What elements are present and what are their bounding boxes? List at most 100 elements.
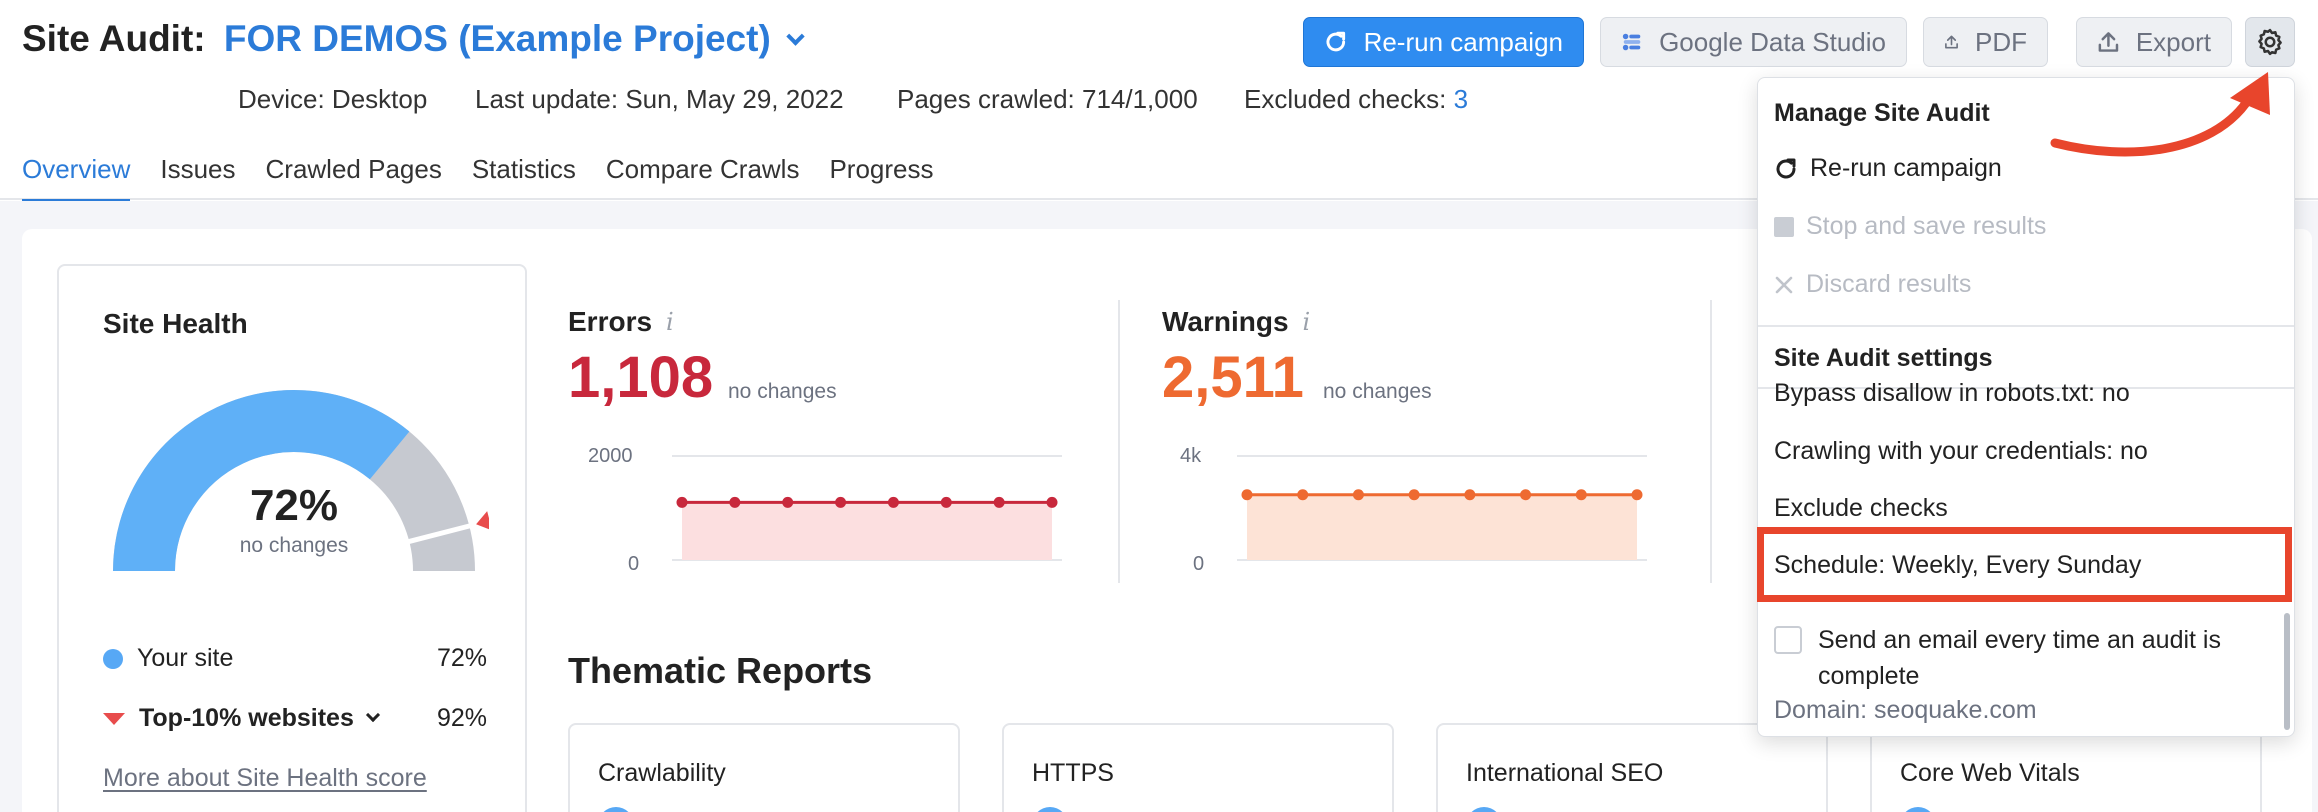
legend-value: 92% <box>436 704 487 732</box>
donut-icon <box>598 807 634 812</box>
data-point <box>1631 489 1643 501</box>
menu-item-credentials[interactable]: Crawling with your credentials: no <box>1774 437 2148 466</box>
divider <box>1118 300 1120 583</box>
errors-ytick-top: 2000 <box>588 445 633 467</box>
chevron-down-icon[interactable] <box>786 27 805 46</box>
donut-icon <box>1466 807 1502 812</box>
area-fill <box>682 502 1052 560</box>
warnings-value[interactable]: 2,511 <box>1162 344 1304 411</box>
legend-label[interactable]: Top-10% websites <box>139 704 354 733</box>
menu-divider <box>1758 325 2294 327</box>
stop-icon <box>1774 216 1794 237</box>
warnings-title: Warnings i <box>1162 306 1310 338</box>
data-point <box>1575 489 1587 501</box>
legend-top10[interactable]: Top-10% websites 92% <box>103 704 487 733</box>
data-point <box>1297 489 1309 501</box>
info-icon[interactable]: i <box>666 308 674 336</box>
warnings-chart <box>1237 455 1647 561</box>
errors-ytick-bottom: 0 <box>628 553 640 575</box>
excluded-checks-link[interactable]: 3 <box>1454 84 1468 114</box>
last-update-info: Last update: Sun, May 29, 2022 <box>475 84 844 114</box>
warnings-ytick-bottom: 0 <box>1193 553 1205 575</box>
thematic-reports-title: Thematic Reports <box>568 650 873 691</box>
data-point <box>887 496 899 508</box>
menu-item-bypass-robots[interactable]: Bypass disallow in robots.txt: no <box>1774 379 2130 408</box>
errors-label: Errors <box>568 306 653 337</box>
excluded-checks-info: Excluded checks: 3 <box>1244 84 1468 115</box>
triangle-down-icon <box>103 712 125 725</box>
data-point <box>1464 489 1476 501</box>
donut-icon <box>1032 807 1068 812</box>
menu-item-label: Stop and save results <box>1806 212 2047 240</box>
errors-chart <box>672 455 1062 561</box>
pdf-label: PDF <box>1975 26 2027 57</box>
tab-crawled-pages[interactable]: Crawled Pages <box>266 154 442 203</box>
dropdown-scrollbar[interactable] <box>2284 613 2290 730</box>
data-point <box>1520 489 1532 501</box>
data-point <box>940 496 952 508</box>
pdf-button[interactable]: PDF <box>1923 17 2048 67</box>
menu-item-label[interactable]: Re-run campaign <box>1810 154 2002 183</box>
page-title: Site Audit: FOR DEMOS (Example Project) <box>22 18 805 60</box>
legend-your-site: Your site 72% <box>103 644 487 673</box>
annotation-arrow <box>2050 72 2270 157</box>
tab-issues[interactable]: Issues <box>160 154 235 203</box>
tab-compare-crawls[interactable]: Compare Crawls <box>606 154 800 203</box>
project-selector[interactable]: FOR DEMOS (Example Project) <box>224 18 805 59</box>
google-data-studio-button[interactable]: Google Data Studio <box>1600 17 1907 67</box>
close-icon <box>1775 276 1793 293</box>
tab-overview[interactable]: Overview <box>22 154 131 203</box>
donut-icon <box>1900 807 1936 812</box>
google-data-studio-label: Google Data Studio <box>1659 26 1886 57</box>
chevron-down-icon[interactable] <box>365 707 380 722</box>
legend-label: Your site <box>137 644 234 672</box>
site-health-note: no changes <box>239 534 349 557</box>
report-card-title: Core Web Vitals <box>1900 759 2080 787</box>
report-card-title: Crawlability <box>598 759 726 787</box>
data-studio-icon <box>1622 33 1641 51</box>
warnings-ytick-top: 4k <box>1180 445 1202 467</box>
gear-icon <box>2258 28 2282 56</box>
upload-icon <box>2098 32 2119 52</box>
tab-progress[interactable]: Progress <box>829 154 933 203</box>
refresh-icon <box>1326 31 1346 52</box>
tab-statistics[interactable]: Statistics <box>472 154 576 203</box>
data-point <box>1408 489 1420 501</box>
site-health-card: Site Health 72% no changes Your site 72%… <box>57 264 527 812</box>
excluded-checks-label: Excluded checks: <box>1244 84 1447 114</box>
page-title-prefix: Site Audit: <box>22 18 206 59</box>
errors-note: no changes <box>728 380 837 403</box>
device-info: Device: Desktop <box>238 84 428 114</box>
data-point <box>1241 489 1253 501</box>
site-audit-settings-heading: Site Audit settings <box>1774 344 1993 372</box>
site-health-percent: 72% <box>249 481 339 530</box>
project-name[interactable]: FOR DEMOS (Example Project) <box>224 18 771 59</box>
email-checkbox-label[interactable]: Send an email every time an audit is com… <box>1818 622 2258 694</box>
legend-value: 72% <box>436 644 487 672</box>
divider <box>1710 300 1712 583</box>
report-card-title: HTTPS <box>1032 759 1114 787</box>
data-point <box>782 496 794 508</box>
errors-value[interactable]: 1,108 <box>568 344 713 411</box>
warnings-label: Warnings <box>1162 306 1289 337</box>
refresh-icon <box>1776 158 1796 178</box>
domain-info: Domain: seoquake.com <box>1774 696 2037 724</box>
rerun-campaign-button[interactable]: Re-run campaign <box>1303 17 1584 67</box>
report-card-https[interactable]: HTTPS <box>1002 723 1394 812</box>
upload-icon <box>1945 35 1958 49</box>
data-point <box>729 496 741 508</box>
report-card-title: International SEO <box>1466 759 1664 787</box>
report-card-crawlability[interactable]: Crawlability <box>568 723 960 812</box>
tab-bar: Overview Issues Crawled Pages Statistics… <box>22 154 934 203</box>
legend-dot-icon <box>103 648 123 669</box>
email-checkbox[interactable] <box>1774 626 1802 654</box>
errors-title: Errors i <box>568 306 674 338</box>
data-point <box>835 496 847 508</box>
info-icon[interactable]: i <box>1303 308 1311 336</box>
site-health-title: Site Health <box>103 308 248 339</box>
data-point <box>993 496 1005 508</box>
menu-item-exclude-checks[interactable]: Exclude checks <box>1774 494 1948 523</box>
menu-item-rerun[interactable]: Re-run campaign <box>1774 154 2002 183</box>
site-health-link[interactable]: More about Site Health score <box>103 764 427 793</box>
area-fill <box>1247 494 1637 560</box>
